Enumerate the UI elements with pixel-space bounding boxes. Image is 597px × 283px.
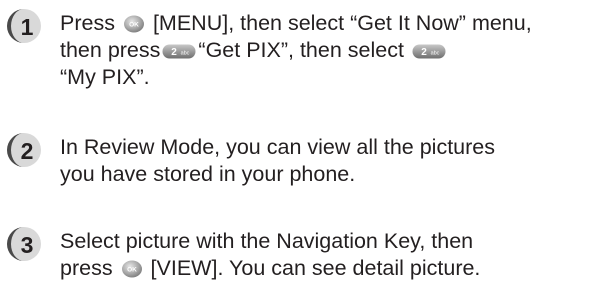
step-text: Press bbox=[60, 11, 115, 35]
svg-text:OK: OK bbox=[127, 267, 137, 274]
step-number-badge-icon: 1 bbox=[7, 9, 41, 43]
ok-key-icon: OK bbox=[121, 260, 142, 278]
step-text: “My PIX”. bbox=[60, 65, 150, 89]
step-number: 2 bbox=[21, 138, 34, 164]
svg-text:OK: OK bbox=[129, 22, 139, 29]
step-text: Select picture with the Navigation Key, … bbox=[60, 229, 474, 253]
2-abc-key-icon: 2 abc bbox=[412, 44, 446, 59]
step-text: “Get PIX”, then select bbox=[198, 38, 404, 62]
step-text: then press bbox=[60, 38, 161, 62]
svg-text:2: 2 bbox=[421, 47, 427, 58]
step-text: you have stored in your phone. bbox=[60, 162, 356, 186]
step-number: 1 bbox=[21, 14, 34, 40]
step-text: [MENU], then select “Get It Now” menu, bbox=[152, 11, 532, 35]
step-text: [VIEW]. You can see detail picture. bbox=[150, 256, 481, 280]
step-text: press bbox=[60, 256, 113, 280]
ok-key-icon: OK bbox=[123, 15, 144, 33]
step-number-badge-icon: 2 bbox=[7, 133, 41, 167]
2-abc-key-icon: 2 abc bbox=[162, 44, 196, 59]
svg-text:abc: abc bbox=[430, 51, 439, 57]
step-number-badge-icon: 3 bbox=[7, 227, 41, 261]
svg-text:2: 2 bbox=[172, 47, 178, 58]
step-number: 3 bbox=[21, 232, 34, 258]
step-text: In Review Mode, you can view all the pic… bbox=[60, 135, 495, 159]
svg-text:abc: abc bbox=[181, 51, 190, 57]
